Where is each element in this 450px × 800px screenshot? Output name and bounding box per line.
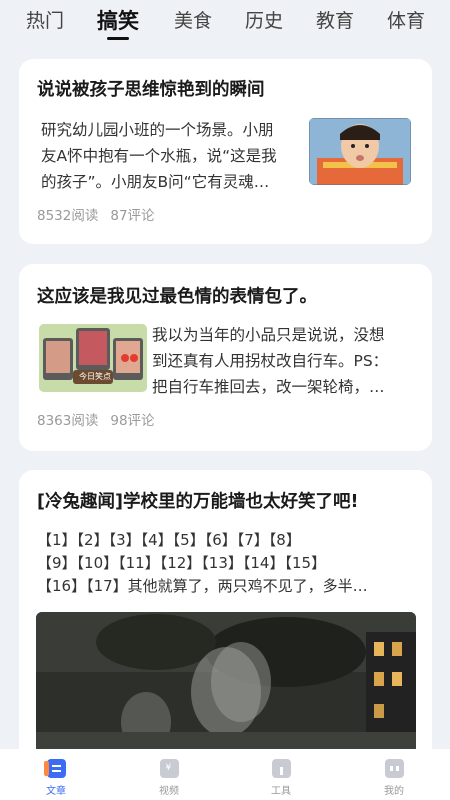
nav-label: 我的 xyxy=(384,786,404,797)
nav-label: 工具 xyxy=(271,786,291,797)
bottom-navigation: 文章 ¥ 视频 工具 我的 xyxy=(0,749,450,800)
article-image xyxy=(36,612,416,762)
tab-hot[interactable]: 热门 xyxy=(26,6,64,33)
excerpt-line: 友A怀中抱有一个水瓶，说“这是我 xyxy=(41,147,277,165)
article-title: [冷兔趣闻]学校里的万能墙也太好笑了吧! xyxy=(37,492,359,512)
read-count: 8363阅读 xyxy=(37,413,99,429)
tab-history[interactable]: 历史 xyxy=(245,6,283,33)
article-excerpt: 我以为当年的小品只是说说，没想 到还真有人用拐杖改自行车。PS： 把自行车推回去… xyxy=(152,322,428,400)
profile-icon xyxy=(384,759,404,778)
tab-funny[interactable]: 搞笑 xyxy=(97,5,139,35)
tool-icon xyxy=(271,759,291,778)
nav-article[interactable]: 文章 xyxy=(26,759,86,797)
body-line: 【16】【17】其他就算了，两只鸡不见了，多半… xyxy=(37,577,368,595)
nav-video[interactable]: ¥ 视频 xyxy=(139,759,199,797)
tab-food[interactable]: 美食 xyxy=(174,6,212,33)
comment-count: 98评论 xyxy=(110,413,155,429)
excerpt-line: 把自行车推回去，改一架轮椅，… xyxy=(152,378,385,396)
article-stats: 8532阅读 87评论 xyxy=(37,204,167,224)
body-line: 【9】【10】【11】【12】【13】【14】【15】 xyxy=(37,554,327,572)
nav-profile[interactable]: 我的 xyxy=(364,759,424,797)
article-excerpt: 研究幼儿园小班的一个场景。小朋 友A怀中抱有一个水瓶，说“这是我 的孩子”。小朋… xyxy=(41,117,311,195)
excerpt-line: 到还真有人用拐杖改自行车。PS： xyxy=(152,352,389,370)
article-card[interactable]: [冷兔趣闻]学校里的万能墙也太好笑了吧! 【1】【2】【3】【4】【5】【6】【… xyxy=(19,470,432,770)
nav-label: 视频 xyxy=(159,786,179,797)
excerpt-line: 的孩子”。小朋友B问“它有灵魂… xyxy=(41,173,270,191)
article-thumbnail xyxy=(309,118,411,185)
nav-label: 文章 xyxy=(46,786,66,797)
category-tab-bar: 热门 搞笑 美食 历史 教育 体育 xyxy=(0,0,450,46)
active-tab-indicator xyxy=(107,37,129,40)
article-card[interactable]: 这应该是我见过最色情的表情包了。 今日笑点 我以为当年的小品只是说说，没想 到还… xyxy=(19,264,432,451)
comment-count: 87评论 xyxy=(110,208,155,224)
thumbnail-caption: 今日笑点 xyxy=(79,372,111,381)
body-line: 【1】【2】【3】【4】【5】【6】【7】【8】 xyxy=(37,531,301,549)
nav-tool[interactable]: 工具 xyxy=(251,759,311,797)
article-title: 说说被孩子思维惊艳到的瞬间 xyxy=(37,80,265,100)
article-body: 【1】【2】【3】【4】【5】【6】【7】【8】 【9】【10】【11】【12】… xyxy=(37,529,423,598)
article-card[interactable]: 说说被孩子思维惊艳到的瞬间 研究幼儿园小班的一个场景。小朋 友A怀中抱有一个水瓶… xyxy=(19,59,432,244)
read-count: 8532阅读 xyxy=(37,208,99,224)
article-stats: 8363阅读 98评论 xyxy=(37,409,167,429)
tab-sports[interactable]: 体育 xyxy=(387,6,425,33)
excerpt-line: 我以为当年的小品只是说说，没想 xyxy=(152,326,385,344)
tab-education[interactable]: 教育 xyxy=(316,6,354,33)
excerpt-line: 研究幼儿园小班的一个场景。小朋 xyxy=(41,121,274,139)
video-icon: ¥ xyxy=(159,759,179,778)
article-thumbnail: 今日笑点 xyxy=(39,324,147,392)
article-icon xyxy=(43,759,66,778)
article-title: 这应该是我见过最色情的表情包了。 xyxy=(37,287,317,307)
